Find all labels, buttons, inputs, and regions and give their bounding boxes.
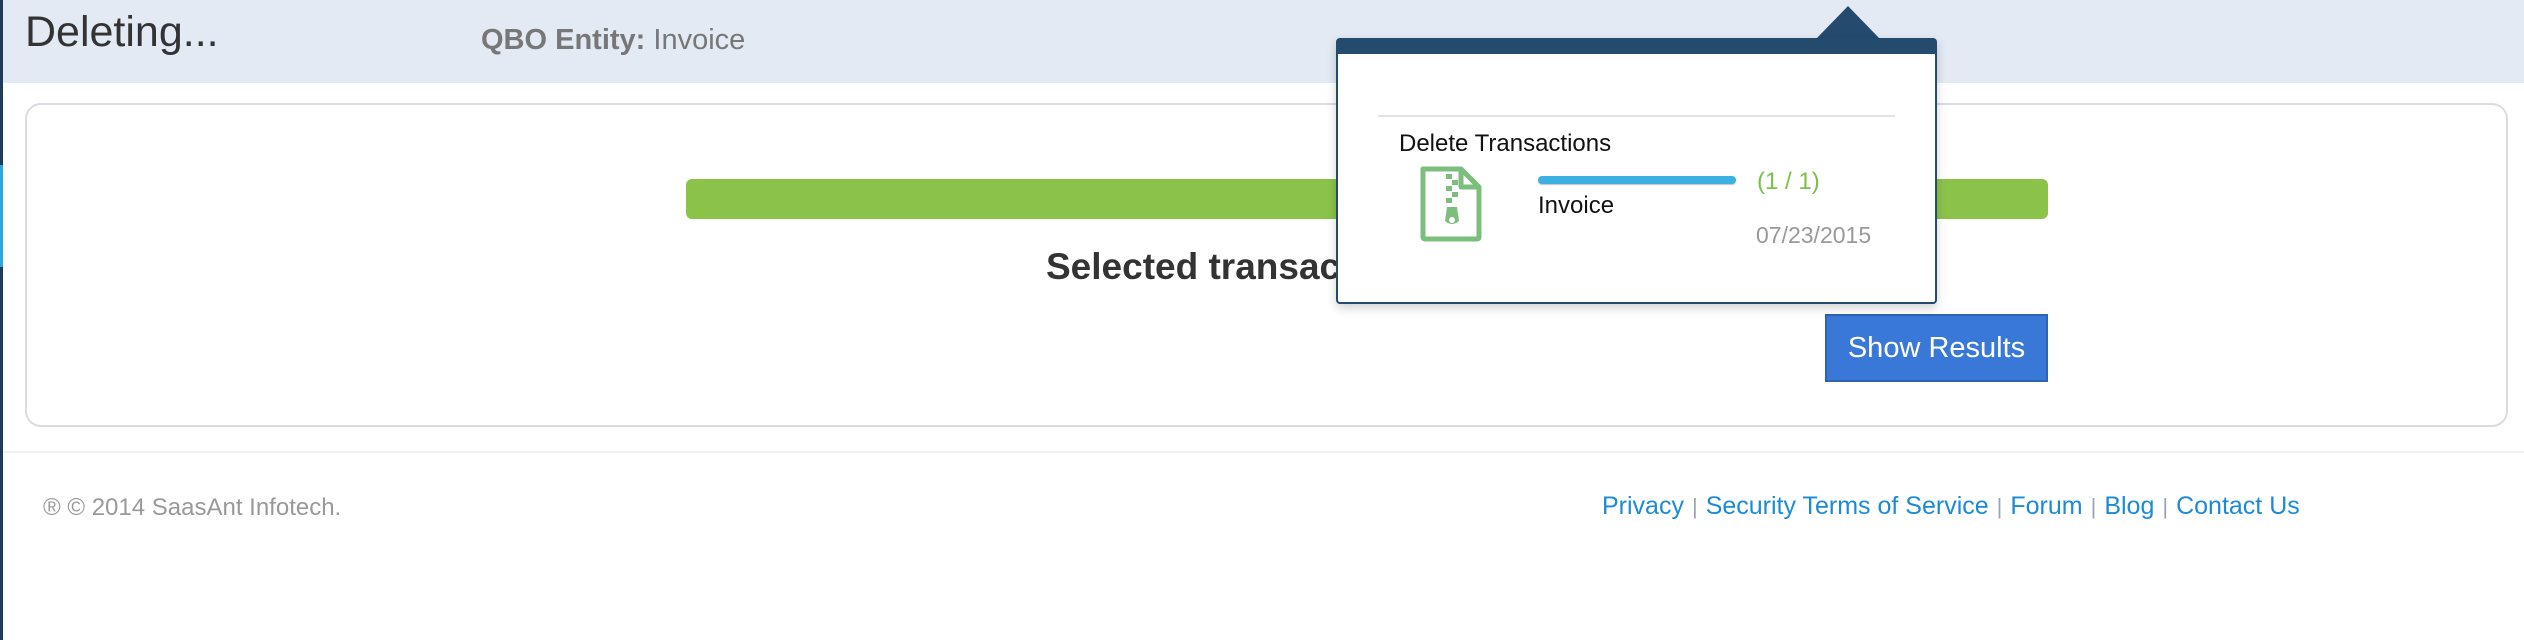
job-progress-bar [1538, 176, 1736, 184]
copyright-text: ® © 2014 SaasAnt Infotech. [43, 494, 342, 521]
popover-divider [1378, 115, 1895, 117]
left-edge-rule [0, 0, 3, 640]
show-results-button[interactable]: Show Results [1825, 314, 2048, 382]
footer-separator: | [1691, 494, 1698, 519]
popover-arrow [1816, 6, 1880, 39]
entity-label: QBO Entity: [481, 24, 646, 56]
job-count: (1 / 1) [1757, 168, 1820, 195]
footer-separator: | [2162, 494, 2169, 519]
entity-indicator: QBO Entity: Invoice [481, 24, 745, 57]
footer-link-privacy[interactable]: Privacy [1602, 492, 1684, 520]
zip-file-icon [1417, 165, 1485, 243]
footer-link-terms[interactable]: Security Terms of Service [1706, 492, 1989, 520]
footer-divider [3, 451, 2524, 453]
transactions-popover: Delete Transactions (1 / 1) Invoice 07/2… [1336, 38, 1937, 304]
popover-topbar [1338, 40, 1935, 54]
footer-links: Privacy | Security Terms of Service | Forum |… [1602, 492, 2300, 521]
page-title: Deleting... [25, 8, 219, 56]
job-date: 07/23/2015 [1756, 222, 1872, 248]
job-entity: Invoice [1538, 192, 1615, 219]
left-edge-accent [0, 165, 3, 267]
popover-heading: Delete Transactions [1399, 130, 1612, 157]
footer-separator: | [1996, 494, 2003, 519]
page-header: Deleting... QBO Entity: Invoice [3, 0, 2524, 83]
footer-link-forum[interactable]: Forum [2010, 492, 2082, 520]
entity-value: Invoice [653, 24, 746, 56]
footer-link-blog[interactable]: Blog [2104, 492, 2154, 520]
footer-link-contact[interactable]: Contact Us [2176, 492, 2300, 520]
status-message: Selected transact [1046, 246, 1353, 287]
footer-separator: | [2090, 494, 2097, 519]
